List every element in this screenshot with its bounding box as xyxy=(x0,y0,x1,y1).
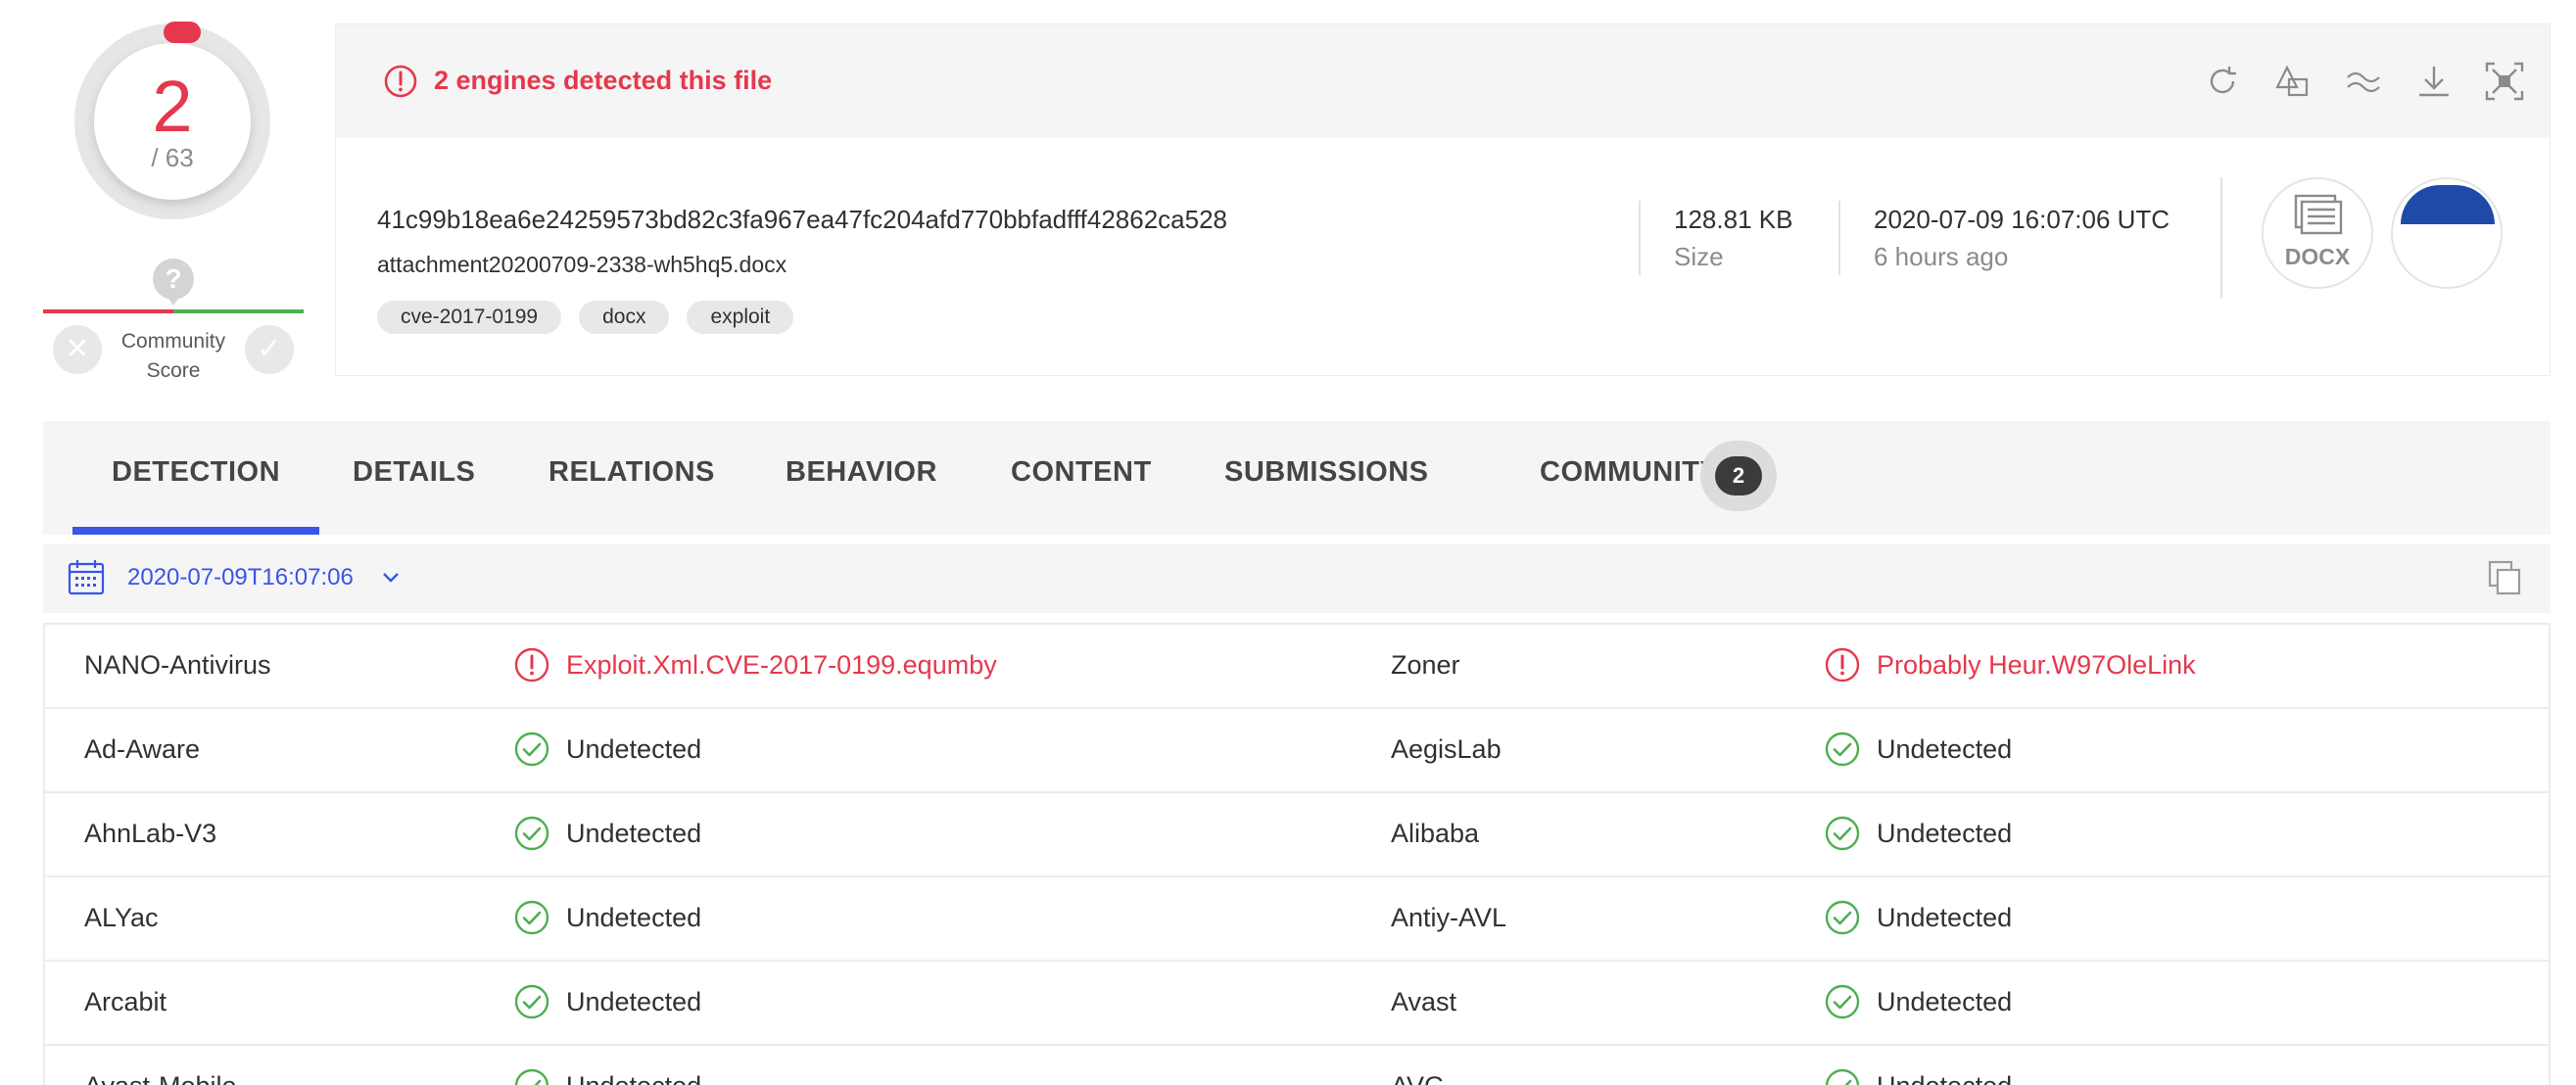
check-circle-icon xyxy=(1824,731,1861,768)
analysis-date-value: 2020-07-09 16:07:06 UTC xyxy=(1874,205,2171,234)
detection-result[interactable]: Probably Heur.W97OleLink xyxy=(1877,650,2196,681)
tab-bar: DETECTION DETAILS RELATIONS BEHAVIOR CON… xyxy=(43,421,2551,535)
file-summary-card: 2 engines detected this file 41c99b18ea6… xyxy=(335,24,2551,376)
chevron-down-icon[interactable] xyxy=(376,562,405,591)
detection-result: Undetected xyxy=(1877,1071,2012,1085)
detection-result: Undetected xyxy=(566,987,702,1016)
check-circle-icon xyxy=(1824,983,1861,1020)
vote-harmless-button[interactable]: ✓ xyxy=(245,325,294,374)
community-count-badge: 2 xyxy=(1700,441,1777,511)
engine-name: Ad-Aware xyxy=(84,734,201,764)
detection-count: 2 xyxy=(152,66,193,147)
check-circle-icon xyxy=(1824,1067,1861,1085)
check-circle-icon xyxy=(513,731,550,768)
community-score-bar xyxy=(43,309,304,313)
file-size-label: Size xyxy=(1674,242,1724,271)
detection-result: Undetected xyxy=(566,903,702,932)
tab-community[interactable]: COMMUNITY xyxy=(1540,421,1719,535)
table-row: Ad-Aware Undetected AegisLab Undetected xyxy=(45,709,2549,793)
score-indicator xyxy=(164,22,201,43)
file-type-label: DOCX xyxy=(2284,244,2351,269)
vote-harmful-button[interactable]: ✕ xyxy=(53,325,102,374)
engine-name: AegisLab xyxy=(1391,734,1502,764)
detection-alert-text: 2 engines detected this file xyxy=(434,66,773,95)
engine-name: ALYac xyxy=(84,903,159,932)
table-row: Arcabit Undetected Avast Undetected xyxy=(45,962,2549,1046)
check-circle-icon xyxy=(1824,815,1861,852)
analysis-date-bar: 2020-07-09T16:07:06 xyxy=(43,544,2551,613)
thumbnail-image xyxy=(2401,185,2495,224)
table-row: Avast-Mobile Undetected AVG Undetected xyxy=(45,1046,2549,1085)
engine-name: Avast xyxy=(1391,987,1457,1016)
tab-relations[interactable]: RELATIONS xyxy=(549,421,715,535)
graph-icon[interactable] xyxy=(2342,60,2385,103)
file-toolbar xyxy=(2201,60,2526,103)
check-circle-icon xyxy=(513,1067,550,1085)
analysis-date-selector[interactable]: 2020-07-09T16:07:06 xyxy=(127,564,354,591)
analysis-date-relative: 6 hours ago xyxy=(1874,242,2009,271)
detection-result: Undetected xyxy=(566,734,702,764)
tag[interactable]: exploit xyxy=(687,301,794,334)
file-thumbnail[interactable] xyxy=(2391,177,2503,289)
alert-icon xyxy=(1824,646,1861,684)
alert-icon xyxy=(513,646,550,684)
file-tags: cve-2017-0199 docx exploit xyxy=(377,301,794,334)
question-icon: ? xyxy=(153,259,194,306)
detection-result[interactable]: Exploit.Xml.CVE-2017-0199.equmby xyxy=(566,650,997,681)
community-score-label: Community Score xyxy=(120,330,226,382)
file-size-value: 128.81 KB xyxy=(1674,205,1793,234)
divider xyxy=(1838,201,1840,275)
detection-result: Undetected xyxy=(566,819,702,848)
engine-name: Arcabit xyxy=(84,987,167,1016)
check-circle-icon xyxy=(513,899,550,936)
similar-icon[interactable] xyxy=(2271,60,2314,103)
check-circle-icon xyxy=(513,815,550,852)
tab-behavior[interactable]: BEHAVIOR xyxy=(786,421,937,535)
download-icon[interactable] xyxy=(2412,60,2456,103)
file-type-badge: DOCX xyxy=(2262,177,2373,289)
detection-alert-bar: 2 engines detected this file xyxy=(336,24,2550,138)
community-count: 2 xyxy=(1715,456,1762,495)
tag[interactable]: cve-2017-0199 xyxy=(377,301,562,334)
tab-content[interactable]: CONTENT xyxy=(1011,421,1152,535)
table-row: AhnLab-V3 Undetected Alibaba Undetected xyxy=(45,793,2549,877)
file-hash[interactable]: 41c99b18ea6e24259573bd82c3fa967ea47fc204… xyxy=(377,205,1227,235)
detection-result: Undetected xyxy=(1877,734,2013,764)
tag[interactable]: docx xyxy=(579,301,670,334)
engine-name: AhnLab-V3 xyxy=(84,819,217,848)
detection-result: Undetected xyxy=(1877,819,2013,848)
tab-details[interactable]: DETAILS xyxy=(353,421,475,535)
community-score: ? ✕ Community Score ✓ xyxy=(43,255,304,392)
engine-name: Zoner xyxy=(1391,650,1460,680)
detection-result: Undetected xyxy=(1877,987,2013,1016)
reanalyze-icon[interactable] xyxy=(2201,60,2244,103)
detections-table: NANO-Antivirus Exploit.Xml.CVE-2017-0199.… xyxy=(43,623,2551,1085)
file-name: attachment20200709-2338-wh5hq5.docx xyxy=(377,252,787,277)
divider xyxy=(2220,177,2222,299)
document-icon xyxy=(2294,194,2343,235)
engines-total: / 63 xyxy=(151,143,194,172)
engine-name: NANO-Antivirus xyxy=(84,650,271,680)
calendar-icon xyxy=(68,560,105,595)
check-circle-icon xyxy=(513,983,550,1020)
copy-icon[interactable] xyxy=(2486,558,2525,597)
table-row: NANO-Antivirus Exploit.Xml.CVE-2017-0199.… xyxy=(45,625,2549,709)
engine-name: AVG xyxy=(1391,1071,1445,1085)
table-row: ALYac Undetected Antiy-AVL Undetected xyxy=(45,877,2549,962)
divider xyxy=(1639,201,1641,275)
engine-name: Avast-Mobile xyxy=(84,1071,237,1085)
engine-name: Antiy-AVL xyxy=(1391,903,1507,932)
detection-result: Undetected xyxy=(1877,903,2013,932)
detection-result: Undetected xyxy=(566,1071,701,1085)
check-circle-icon xyxy=(1824,899,1861,936)
expand-icon[interactable] xyxy=(2483,60,2526,103)
tab-detection[interactable]: DETECTION xyxy=(72,421,320,535)
alert-icon xyxy=(384,65,417,98)
tab-submissions[interactable]: SUBMISSIONS xyxy=(1224,421,1429,535)
engine-name: Alibaba xyxy=(1391,819,1480,848)
